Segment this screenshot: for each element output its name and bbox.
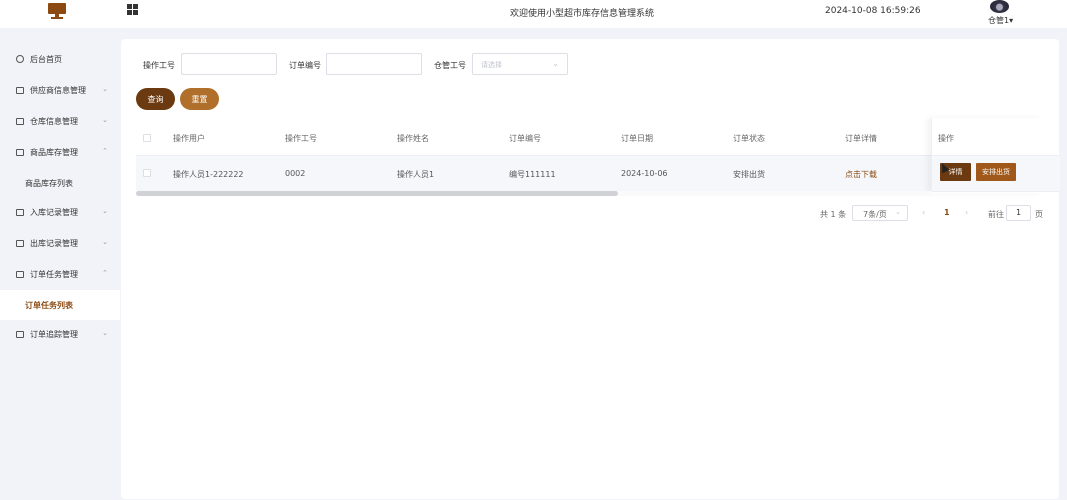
chevron-down-icon: ⌄ xyxy=(102,116,108,124)
goto-label: 前往 xyxy=(988,210,1004,219)
chevron-up-icon: ⌃ xyxy=(102,147,108,155)
column-header: 操作用户 xyxy=(173,134,205,143)
operator-id-label: 操作工号 xyxy=(143,61,175,70)
sidebar: 后台首页 供应商信息管理 ⌄ 仓库信息管理 ⌄ 商品库存管理 ⌃ 商品库存列表 … xyxy=(0,28,120,500)
current-datetime: 2024-10-08 16:59:26 xyxy=(825,6,921,16)
chevron-up-icon: ⌃ xyxy=(102,269,108,277)
order-no-input[interactable] xyxy=(326,53,422,75)
page-suffix-label: 页 xyxy=(1035,210,1043,219)
menu-icon xyxy=(16,330,24,338)
sidebar-item-label: 订单追踪管理 xyxy=(30,329,78,339)
cell-status: 安排出货 xyxy=(733,170,765,179)
user-menu[interactable]: 仓管1▾ xyxy=(988,15,1013,26)
query-button[interactable]: 查询 xyxy=(136,88,175,110)
order-no-label: 订单编号 xyxy=(289,61,321,70)
sidebar-item-inventory-list[interactable]: 商品库存列表 xyxy=(0,168,120,198)
current-page[interactable]: 1 xyxy=(944,208,950,217)
user-name: 仓管1 xyxy=(988,16,1010,25)
sidebar-item-label: 商品库存列表 xyxy=(25,178,73,188)
top-bar: 欢迎使用小型超市库存信息管理系统 2024-10-08 16:59:26 仓管1… xyxy=(0,0,1067,28)
chevron-down-icon: ⌄ xyxy=(102,238,108,246)
column-header: 订单详情 xyxy=(845,134,877,143)
operator-id-input[interactable] xyxy=(181,53,277,75)
warehouse-id-select[interactable]: 请选择 ⌄ xyxy=(472,53,568,75)
menu-icon xyxy=(16,86,24,94)
column-header: 订单编号 xyxy=(509,134,541,143)
sidebar-item-order-tracking[interactable]: 订单追踪管理 ⌄ xyxy=(0,319,120,349)
sidebar-item-label: 入库记录管理 xyxy=(30,207,78,217)
system-title: 欢迎使用小型超市库存信息管理系统 xyxy=(510,9,655,19)
cell-order-no: 编号111111 xyxy=(509,170,556,179)
sidebar-item-supplier[interactable]: 供应商信息管理 ⌄ xyxy=(0,75,120,105)
chevron-down-icon: ▾ xyxy=(1009,16,1014,25)
goto-page-input[interactable]: 1 xyxy=(1006,205,1031,221)
download-link[interactable]: 点击下载 xyxy=(845,169,877,180)
sidebar-item-order-task-list[interactable]: 订单任务列表 xyxy=(0,290,120,320)
horizontal-scrollbar-thumb[interactable] xyxy=(136,191,618,196)
sidebar-item-label: 商品库存管理 xyxy=(30,147,78,157)
column-header: 订单状态 xyxy=(733,134,765,143)
sidebar-item-order-tasks[interactable]: 订单任务管理 ⌃ xyxy=(0,259,120,289)
cell-user: 操作人员1-222222 xyxy=(173,170,244,179)
table-header: 操作用户 操作工号 操作姓名 订单编号 订单日期 订单状态 订单详情 操作 xyxy=(136,124,1060,154)
next-page-icon[interactable]: › xyxy=(965,208,968,217)
table-row[interactable]: 操作人员1-222222 0002 操作人员1 编号111111 2024-10… xyxy=(136,155,1060,192)
sidebar-item-label: 订单任务列表 xyxy=(25,300,73,310)
sidebar-item-label: 订单任务管理 xyxy=(30,269,78,279)
cell-order-date: 2024-10-06 xyxy=(621,169,668,178)
reset-button[interactable]: 重置 xyxy=(180,88,219,110)
cell-op-name: 操作人员1 xyxy=(397,170,435,179)
chevron-down-icon: ⌄ xyxy=(102,207,108,215)
chevron-down-icon: ⌄ xyxy=(552,59,559,68)
chevron-down-icon: ⌄ xyxy=(102,329,108,337)
sidebar-item-label: 后台首页 xyxy=(30,54,62,64)
sidebar-item-label: 出库记录管理 xyxy=(30,238,78,248)
page-size-select[interactable]: 7条/页 ⌄ xyxy=(852,205,908,221)
clock-icon xyxy=(16,55,24,63)
warehouse-id-label: 仓管工号 xyxy=(434,61,466,70)
grid-menu-icon[interactable] xyxy=(127,4,138,15)
column-header: 操作姓名 xyxy=(397,134,429,143)
row-checkbox[interactable] xyxy=(143,169,151,177)
menu-icon xyxy=(16,208,24,216)
computer-logo-icon xyxy=(48,3,66,19)
menu-icon xyxy=(16,239,24,247)
avatar[interactable] xyxy=(990,0,1009,13)
main-content-card: 操作工号 订单编号 仓管工号 请选择 ⌄ 查询 重置 操作用户 操作工号 操作姓… xyxy=(121,39,1060,499)
sidebar-item-label: 供应商信息管理 xyxy=(30,85,86,95)
sidebar-item-home[interactable]: 后台首页 xyxy=(0,44,120,74)
menu-icon xyxy=(16,270,24,278)
chevron-down-icon: ⌄ xyxy=(102,85,108,93)
sidebar-item-inventory[interactable]: 商品库存管理 ⌃ xyxy=(0,137,120,167)
sidebar-item-inbound[interactable]: 入库记录管理 ⌄ xyxy=(0,197,120,227)
pagination-total: 共 1 条 xyxy=(820,210,847,219)
cell-op-id: 0002 xyxy=(285,169,306,178)
sidebar-item-warehouse[interactable]: 仓库信息管理 ⌄ xyxy=(0,106,120,136)
select-placeholder: 请选择 xyxy=(481,61,502,69)
prev-page-icon[interactable]: ‹ xyxy=(922,208,925,217)
menu-icon xyxy=(16,117,24,125)
ship-button[interactable]: 安排出货 xyxy=(976,163,1016,181)
menu-icon xyxy=(16,148,24,156)
sidebar-item-label: 仓库信息管理 xyxy=(30,116,78,126)
sidebar-item-outbound[interactable]: 出库记录管理 ⌄ xyxy=(0,228,120,258)
fixed-action-column xyxy=(931,118,1044,193)
column-header: 订单日期 xyxy=(621,134,653,143)
select-all-checkbox[interactable] xyxy=(143,134,151,142)
chevron-down-icon: ⌄ xyxy=(895,208,901,216)
column-header: 操作工号 xyxy=(285,134,317,143)
page-size-value: 7条/页 xyxy=(863,210,887,219)
